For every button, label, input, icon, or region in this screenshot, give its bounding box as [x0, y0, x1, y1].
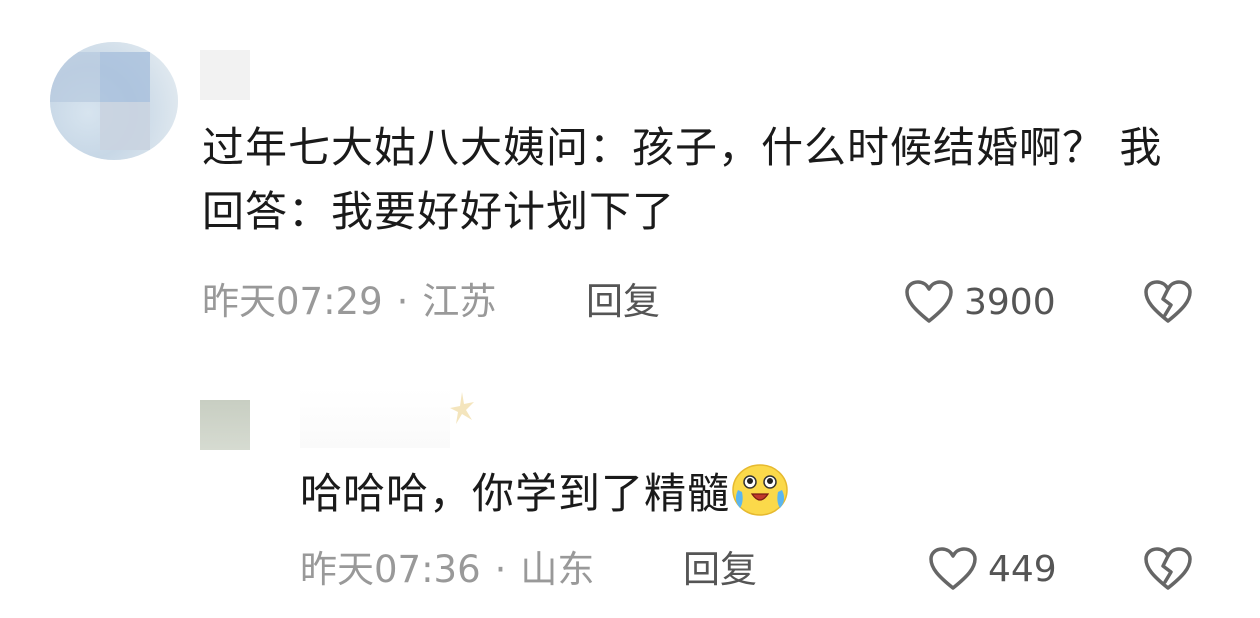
reply-location: 山东 [520, 548, 595, 591]
reply-avatar[interactable] [200, 400, 250, 450]
meta-separator: · [494, 548, 507, 591]
sparkle-icon [450, 392, 474, 424]
reply-username-blurred[interactable] [300, 388, 474, 448]
comment-location: 江苏 [422, 280, 497, 323]
reply-time: 昨天07:36 [300, 548, 481, 591]
crying-laughing-emoji [732, 464, 788, 516]
comment-meta: 昨天07:29 · 江苏 [202, 280, 496, 324]
username-blurred[interactable] [200, 50, 250, 100]
reply-text: 哈哈哈，你学到了精髓 [300, 469, 731, 518]
like-count: 3900 [964, 282, 1056, 323]
heart-outline-icon[interactable] [928, 546, 978, 592]
comment-time: 昨天07:29 [202, 280, 383, 323]
reply-meta: 昨天07:36 · 山东 [300, 548, 594, 592]
broken-heart-icon[interactable] [1143, 279, 1193, 325]
comment-thread: 过年七大姑八大姨问：孩子，什么时候结婚啊？ 我回答：我要好好计划下了 昨天07:… [0, 0, 1260, 618]
broken-heart-icon[interactable] [1143, 546, 1193, 592]
meta-separator: · [396, 280, 409, 323]
reply-button[interactable]: 回复 [683, 548, 757, 592]
reply-comment-text: 哈哈哈，你学到了精髓 [300, 458, 1000, 526]
heart-outline-icon[interactable] [904, 279, 954, 325]
reply-button[interactable]: 回复 [586, 280, 660, 324]
avatar[interactable] [50, 42, 178, 160]
comment-text: 过年七大姑八大姨问：孩子，什么时候结婚啊？ 我回答：我要好好计划下了 [202, 123, 1163, 236]
like-count: 449 [988, 549, 1057, 590]
